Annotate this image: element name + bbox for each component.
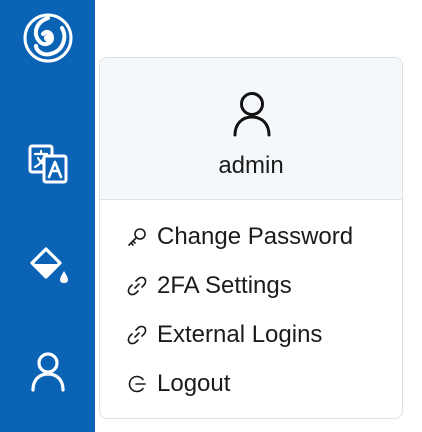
user-menu-header: admin: [100, 58, 402, 200]
link-icon: [126, 275, 148, 297]
link-icon: [126, 324, 148, 346]
logout-icon: [126, 373, 148, 395]
language-button[interactable]: [0, 129, 95, 199]
key-icon: [126, 226, 148, 248]
sidebar: [0, 0, 95, 432]
paint-bucket-icon: [29, 247, 68, 283]
external-logins-item[interactable]: External Logins: [100, 310, 402, 359]
user-button[interactable]: [0, 336, 95, 406]
app-logo-button[interactable]: [0, 3, 95, 73]
theme-button[interactable]: [0, 230, 95, 300]
logout-item[interactable]: Logout: [100, 359, 402, 408]
change-password-item[interactable]: Change Password: [100, 212, 402, 261]
change-password-label: Change Password: [157, 222, 354, 250]
external-logins-label: External Logins: [157, 320, 323, 348]
translate-icon: [28, 144, 67, 184]
username-label: admin: [218, 152, 284, 179]
user-avatar-icon: [233, 92, 271, 137]
user-menu-items: Change Password 2FA Settings External Lo…: [100, 200, 402, 408]
2fa-settings-item[interactable]: 2FA Settings: [100, 261, 402, 310]
user-icon: [30, 352, 65, 392]
spiral-logo-icon: [23, 13, 72, 63]
user-menu-dropdown: admin Change Password 2FA Settings Exter…: [99, 57, 403, 419]
2fa-settings-label: 2FA Settings: [157, 271, 292, 299]
logout-label: Logout: [157, 369, 231, 397]
